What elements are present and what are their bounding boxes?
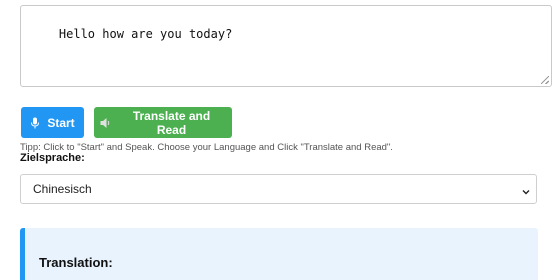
- speech-text-value: Hello how are you today?: [58, 27, 233, 41]
- speech-text-input[interactable]: Hello how are you today?: [20, 5, 552, 87]
- resize-handle[interactable]: [541, 76, 549, 84]
- chevron-down-icon: [522, 185, 530, 195]
- translate-and-read-button[interactable]: Translate and Read: [94, 107, 232, 138]
- microphone-icon: [30, 117, 40, 129]
- target-language-select[interactable]: Chinesisch: [20, 174, 537, 204]
- app-frame: Hello how are you today? Start Translate…: [0, 0, 560, 280]
- translate-button-label: Translate and Read: [132, 108, 211, 137]
- translation-title: Translation:: [39, 255, 113, 270]
- start-button[interactable]: Start: [21, 107, 84, 138]
- speaker-icon: [100, 117, 110, 129]
- translation-result-panel: Translation:: [20, 228, 538, 280]
- start-button-label: Start: [47, 115, 75, 130]
- target-language-value: Chinesisch: [33, 182, 92, 196]
- target-language-label: Zielsprache:: [20, 152, 85, 164]
